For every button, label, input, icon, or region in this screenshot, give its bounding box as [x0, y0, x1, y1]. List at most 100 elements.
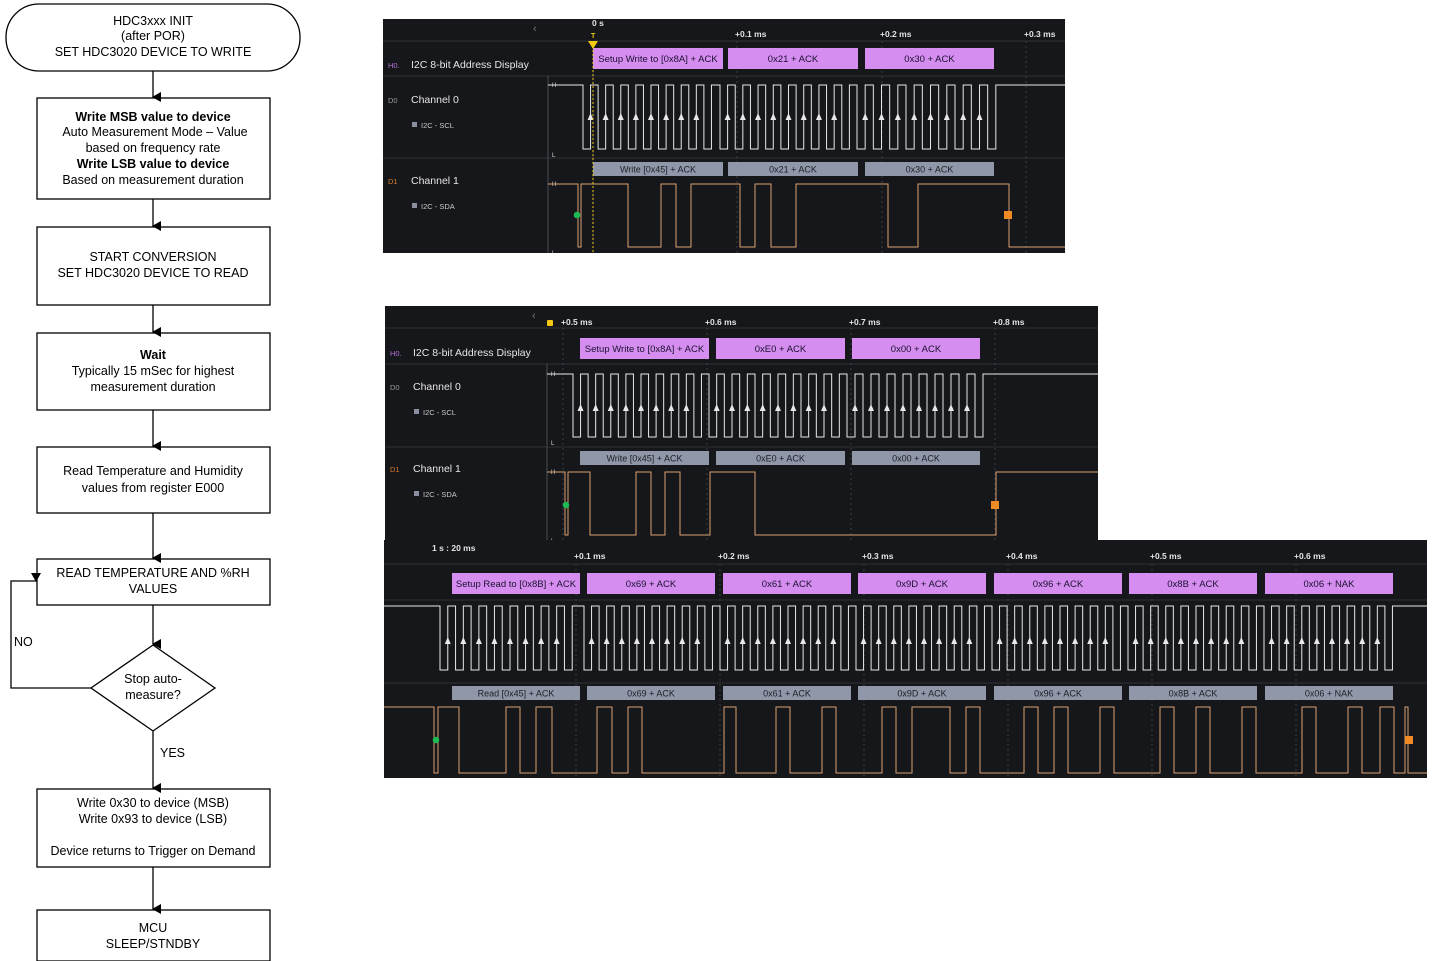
sample-arrow-icon — [785, 637, 791, 644]
sample-arrow-icon — [911, 113, 918, 120]
sample-arrow-icon — [800, 637, 807, 644]
decoded-byte-label: 0x21 + ACK — [769, 165, 817, 175]
sample-arrow-icon — [663, 113, 670, 120]
sample-arrow-icon — [724, 113, 731, 120]
sample-arrow-icon — [890, 637, 897, 644]
sample-arrow-icon — [1208, 637, 1215, 644]
end-line-2: SLEEP/STNDBY — [106, 937, 201, 951]
decision-line-2: measure? — [125, 688, 181, 702]
sample-arrow-icon — [678, 113, 685, 120]
sample-arrow-icon — [830, 637, 837, 644]
sample-arrow-icon — [444, 637, 451, 644]
sample-arrow-icon — [592, 404, 599, 411]
sample-arrow-icon — [607, 404, 614, 411]
sample-arrow-icon — [775, 404, 781, 411]
decoded-byte-label: 0x9D + ACK — [897, 689, 946, 699]
decoded-frame-label: 0x61 + ACK — [762, 579, 813, 590]
sample-arrow-icon — [875, 637, 882, 644]
read-values-line-2: VALUES — [129, 582, 177, 596]
channel-1-protocol: I2C - SDA — [421, 202, 455, 211]
logic-capture-write-config: 0 s +0.1 ms +0.2 ms +0.3 ms ‹ H0. I2C 8-bit Ad… — [383, 19, 1065, 253]
sample-arrow-icon — [815, 113, 822, 120]
level-marker: H — [551, 470, 555, 476]
sample-arrow-icon — [491, 637, 498, 644]
sample-arrow-icon — [653, 404, 660, 411]
sample-arrow-icon — [739, 637, 746, 644]
decoded-byte-label: 0x69 + ACK — [627, 689, 675, 699]
sample-arrow-icon — [649, 637, 655, 644]
sample-arrow-icon — [755, 113, 762, 120]
scl-waveform — [547, 373, 1098, 438]
sample-arrow-icon — [868, 404, 874, 411]
decoded-frame-label: 0x00 + ACK — [891, 344, 942, 355]
sample-arrow-icon — [632, 113, 639, 120]
sample-arrow-icon — [1026, 637, 1033, 644]
sample-arrow-icon — [1268, 637, 1275, 644]
sample-arrow-icon — [964, 404, 970, 411]
time-axis-label: +0.6 ms — [705, 317, 737, 327]
level-marker: H — [552, 182, 556, 188]
sample-arrow-icon — [1329, 637, 1335, 644]
sample-arrow-icon — [1298, 637, 1305, 644]
start-condition-marker — [573, 211, 581, 219]
time-axis-label: +0.5 ms — [1150, 551, 1182, 561]
time-axis-label: +0.7 ms — [849, 317, 881, 327]
decoded-frame-label: 0xE0 + ACK — [755, 344, 807, 355]
time-axis-label: +0.3 ms — [1024, 29, 1056, 39]
sample-arrow-icon — [602, 113, 609, 120]
sample-arrow-icon — [744, 404, 751, 411]
sample-arrow-icon — [943, 113, 950, 120]
level-marker: L — [552, 251, 556, 253]
decoded-frame-label: 0x06 + NAK — [1304, 579, 1356, 590]
sample-arrow-icon — [948, 404, 954, 411]
channel-0-protocol: I2C - SCL — [421, 121, 454, 130]
sample-arrow-icon — [507, 637, 513, 644]
sample-arrow-icon — [976, 113, 983, 120]
sample-arrow-icon — [996, 637, 1003, 644]
start-line-3: SET HDC3020 DEVICE TO WRITE — [55, 45, 252, 59]
no-label: NO — [14, 635, 33, 649]
decoded-byte-label: 0x06 + NAK — [1305, 689, 1353, 699]
sample-arrow-icon — [1072, 637, 1079, 644]
chevron-left-icon: ‹ — [532, 310, 536, 322]
scl-waveform — [384, 605, 1427, 671]
duration-text: Based on measurement duration — [62, 173, 243, 187]
end-box — [36, 909, 271, 961]
decoded-frame-label: 0x8B + ACK — [1167, 579, 1219, 590]
start-line-2: (after POR) — [121, 29, 185, 43]
logic-capture-read-values: +0.1 ms +0.2 ms +0.3 ms +0.4 ms +0.5 ms +0.6 … — [384, 540, 1427, 778]
read-th-line-2: values from register E000 — [82, 481, 224, 495]
sample-arrow-icon — [618, 637, 625, 644]
channel-1-protocol: I2C - SDA — [423, 490, 457, 499]
sample-arrow-icon — [960, 113, 967, 120]
sample-arrow-icon — [805, 404, 812, 411]
time-axis-label: +0.6 ms — [1294, 551, 1326, 561]
sample-arrow-icon — [1193, 637, 1199, 644]
sample-arrow-icon — [785, 113, 792, 120]
sample-arrow-icon — [1313, 637, 1320, 644]
sample-arrow-icon — [1102, 637, 1109, 644]
analyzer-tag: H0. — [388, 61, 400, 70]
time-axis-label: +0.8 ms — [993, 317, 1025, 327]
sample-arrow-icon — [900, 404, 906, 411]
sample-arrow-icon — [648, 113, 654, 120]
set-read-text: SET HDC3020 DEVICE TO READ — [57, 266, 248, 280]
sample-arrow-icon — [966, 637, 973, 644]
yes-label: YES — [160, 746, 185, 760]
sample-arrow-icon — [769, 637, 776, 644]
analyzer-name: I2C 8-bit Address Display — [413, 347, 532, 359]
sample-arrow-icon — [754, 637, 761, 644]
read-th-line-1: Read Temperature and Humidity — [63, 464, 243, 478]
decoded-frame-label: Setup Read to [0x8B] + ACK — [456, 579, 577, 590]
sample-arrow-icon — [603, 637, 610, 644]
exit-line-3: Device returns to Trigger on Demand — [51, 844, 256, 858]
write-lsb-heading: Write LSB value to device — [77, 157, 230, 171]
sample-arrow-icon — [633, 637, 640, 644]
sample-arrow-icon — [683, 404, 690, 411]
sample-arrow-icon — [884, 404, 890, 411]
sample-arrow-icon — [739, 113, 746, 120]
sample-arrow-icon — [916, 404, 922, 411]
sample-arrow-icon — [1132, 637, 1139, 644]
decoded-byte-label: Write [0x45] + ACK — [606, 454, 682, 464]
sample-arrow-icon — [790, 404, 797, 411]
